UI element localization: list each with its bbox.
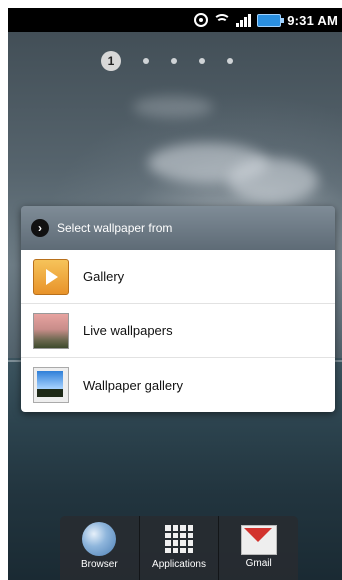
wallpaper-source-list: Gallery Live wallpapers Wallpaper galler… — [21, 250, 335, 412]
dock-applications[interactable]: Applications — [140, 516, 220, 580]
dock: Browser Applications Gmail — [60, 516, 298, 580]
wallpaper-source-gallery[interactable]: Gallery — [21, 250, 335, 304]
wallpaper-dialog: › Select wallpaper from Gallery Live wal… — [21, 206, 335, 412]
page-dot[interactable] — [199, 58, 205, 64]
dock-label: Gmail — [245, 558, 272, 569]
applications-icon — [165, 525, 193, 553]
dialog-header: › Select wallpaper from — [21, 206, 335, 250]
wallpaper-source-wallpaper-gallery[interactable]: Wallpaper gallery — [21, 358, 335, 412]
home-screen: 9:31 AM 1 › Select wallpaper from Galler… — [8, 8, 342, 580]
wallpaper-gallery-icon — [33, 367, 69, 403]
browser-icon — [82, 522, 117, 556]
gps-icon — [194, 13, 209, 27]
dock-label: Browser — [80, 559, 118, 570]
chevron-right-icon: › — [31, 219, 49, 237]
item-label: Gallery — [83, 269, 125, 284]
signal-icon — [236, 13, 252, 27]
item-label: Live wallpapers — [83, 323, 173, 338]
wifi-icon — [213, 14, 232, 26]
status-bar[interactable]: 9:31 AM — [8, 8, 342, 32]
dock-label: Applications — [152, 559, 206, 570]
gallery-icon — [33, 258, 69, 295]
status-icons: 9:31 AM — [194, 8, 338, 32]
page-dot[interactable] — [227, 58, 233, 64]
wallpaper-cloud — [228, 158, 318, 203]
dock-gmail[interactable]: Gmail — [219, 516, 298, 580]
status-clock: 9:31 AM — [287, 12, 338, 28]
page-dot[interactable] — [171, 58, 177, 64]
dock-browser[interactable]: Browser — [60, 516, 140, 580]
page-indicator[interactable]: 1 — [101, 51, 233, 71]
battery-icon — [257, 13, 285, 27]
item-label: Wallpaper gallery — [83, 377, 183, 393]
live-wallpapers-icon — [33, 312, 69, 349]
gmail-icon — [240, 525, 277, 555]
wallpaper-source-live[interactable]: Live wallpapers — [21, 304, 335, 358]
page-indicator-current[interactable]: 1 — [101, 51, 121, 71]
page-dot[interactable] — [143, 58, 149, 64]
dialog-title: Select wallpaper from — [57, 221, 173, 235]
wallpaper-cloud — [133, 96, 213, 118]
